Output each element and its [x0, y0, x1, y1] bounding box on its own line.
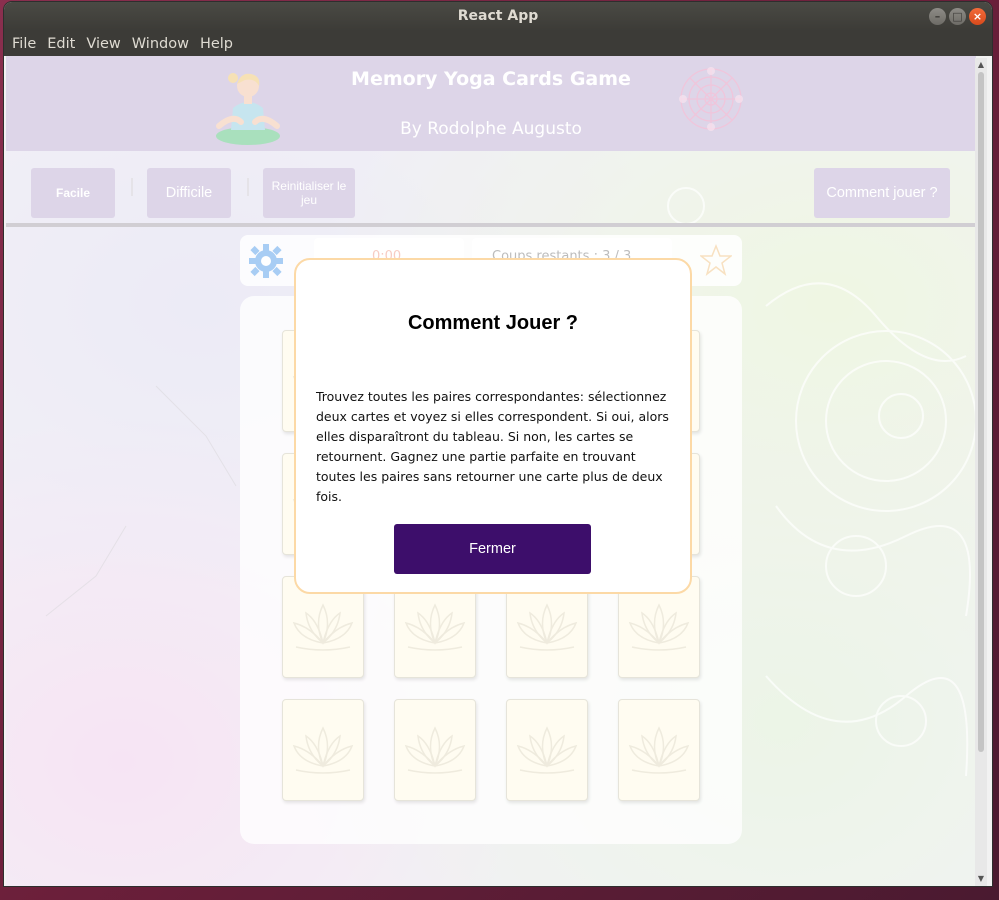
window-controls: – □ × [929, 8, 986, 25]
app-window: React App – □ × File Edit View Window He… [4, 2, 992, 886]
menu-edit[interactable]: Edit [43, 36, 79, 52]
maximize-button[interactable]: □ [949, 8, 966, 25]
vertical-scrollbar[interactable]: ▲ ▼ [975, 58, 987, 886]
app-content: Memory Yoga Cards Game By Rodolphe Augus… [6, 56, 976, 886]
scroll-down-arrow[interactable]: ▼ [976, 874, 986, 884]
menu-bar: File Edit View Window Help [4, 31, 992, 56]
close-window-button[interactable]: × [969, 8, 986, 25]
window-title: React App [457, 8, 539, 24]
scroll-up-arrow[interactable]: ▲ [976, 60, 986, 70]
menu-help[interactable]: Help [196, 36, 237, 52]
modal-title: Comment Jouer ? [407, 312, 579, 334]
title-bar: React App – □ × [4, 2, 992, 31]
close-modal-button[interactable]: Fermer [394, 524, 591, 574]
scroll-thumb[interactable] [978, 72, 984, 752]
modal-body: Trouvez toutes les paires correspondante… [316, 389, 669, 504]
minimize-button[interactable]: – [929, 8, 946, 25]
menu-file[interactable]: File [8, 36, 40, 52]
how-to-play-modal: Comment Jouer ? Trouvez toutes les paire… [294, 258, 692, 594]
menu-window[interactable]: Window [128, 36, 193, 52]
menu-view[interactable]: View [82, 36, 124, 52]
